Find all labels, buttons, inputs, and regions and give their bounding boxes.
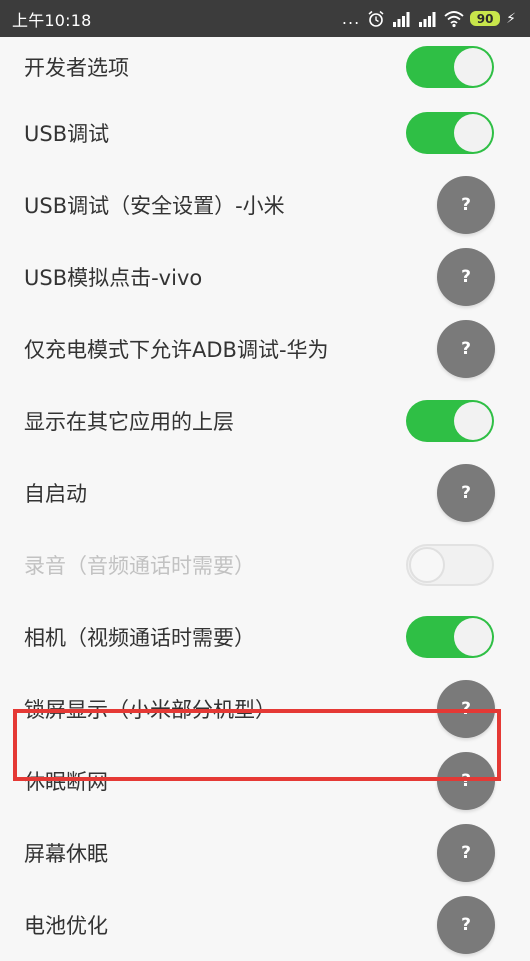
status-bar: 上午10:18 ... 90 ⚡ bbox=[0, 0, 530, 37]
list-item[interactable]: 屏幕休眠? bbox=[0, 817, 530, 889]
toggle-switch-on[interactable] bbox=[406, 616, 494, 658]
setting-label: USB模拟点击-vivo bbox=[24, 266, 203, 290]
setting-label: 仅充电模式下允许ADB调试-华为 bbox=[24, 338, 329, 362]
setting-label: 录音（音频通话时需要） bbox=[24, 554, 255, 578]
setting-label: 休眠断网 bbox=[24, 770, 108, 794]
help-button[interactable]: ? bbox=[437, 752, 495, 810]
list-item[interactable]: 相机（视频通话时需要） bbox=[0, 601, 530, 673]
permission-list: 开发者选项 USB调试 USB调试（安全设置）-小米? USB模拟点击-vivo? 仅充… bbox=[0, 37, 530, 961]
setting-label: 开发者选项 bbox=[24, 56, 129, 80]
setting-label: 屏幕休眠 bbox=[24, 842, 108, 866]
list-item[interactable]: USB调试（安全设置）-小米? bbox=[0, 169, 530, 241]
setting-label: 锁屏显示（小米部分机型） bbox=[24, 698, 276, 722]
more-notifications-indicator: ... bbox=[341, 9, 361, 28]
list-item[interactable]: 显示在其它应用的上层 bbox=[0, 385, 530, 457]
list-item[interactable]: 自启动? bbox=[0, 457, 530, 529]
toggle-knob bbox=[454, 618, 492, 656]
list-item[interactable]: 休眠断网? bbox=[0, 745, 530, 817]
help-button[interactable]: ? bbox=[437, 680, 495, 738]
help-button[interactable]: ? bbox=[437, 248, 495, 306]
signal-icon bbox=[392, 10, 412, 28]
list-item[interactable]: 开发者选项 bbox=[0, 37, 530, 97]
list-item[interactable]: 锁屏显示（小米部分机型）? bbox=[0, 673, 530, 745]
list-item[interactable]: 仅充电模式下允许ADB调试-华为? bbox=[0, 313, 530, 385]
status-time: 上午10:18 bbox=[12, 10, 92, 30]
list-item[interactable]: USB调试 bbox=[0, 97, 530, 169]
list-item[interactable]: 电池优化? bbox=[0, 889, 530, 961]
setting-label: 电池优化 bbox=[24, 914, 108, 938]
list-item[interactable]: 录音（音频通话时需要） bbox=[0, 529, 530, 601]
help-button[interactable]: ? bbox=[437, 320, 495, 378]
status-icons: ... 90 ⚡ bbox=[342, 9, 516, 28]
setting-label: USB调试（安全设置）-小米 bbox=[24, 194, 285, 218]
toggle-switch-on[interactable] bbox=[406, 112, 494, 154]
list-item[interactable]: USB模拟点击-vivo? bbox=[0, 241, 530, 313]
toggle-switch-on[interactable] bbox=[406, 46, 494, 88]
toggle-knob bbox=[454, 48, 492, 86]
toggle-knob bbox=[454, 402, 492, 440]
setting-label: 相机（视频通话时需要） bbox=[24, 626, 255, 650]
alarm-icon bbox=[366, 10, 386, 28]
setting-label: 自启动 bbox=[24, 482, 87, 506]
signal-icon bbox=[418, 10, 438, 28]
wifi-icon bbox=[444, 10, 464, 28]
help-button[interactable]: ? bbox=[437, 176, 495, 234]
help-button[interactable]: ? bbox=[437, 896, 495, 954]
toggle-switch-off bbox=[406, 544, 494, 586]
setting-label: 显示在其它应用的上层 bbox=[24, 410, 234, 434]
charging-icon: ⚡ bbox=[506, 10, 516, 27]
toggle-knob bbox=[409, 547, 445, 583]
toggle-switch-on[interactable] bbox=[406, 400, 494, 442]
help-button[interactable]: ? bbox=[437, 464, 495, 522]
help-button[interactable]: ? bbox=[437, 824, 495, 882]
setting-label: USB调试 bbox=[24, 122, 110, 146]
battery-icon: 90 bbox=[470, 11, 501, 26]
toggle-knob bbox=[454, 114, 492, 152]
